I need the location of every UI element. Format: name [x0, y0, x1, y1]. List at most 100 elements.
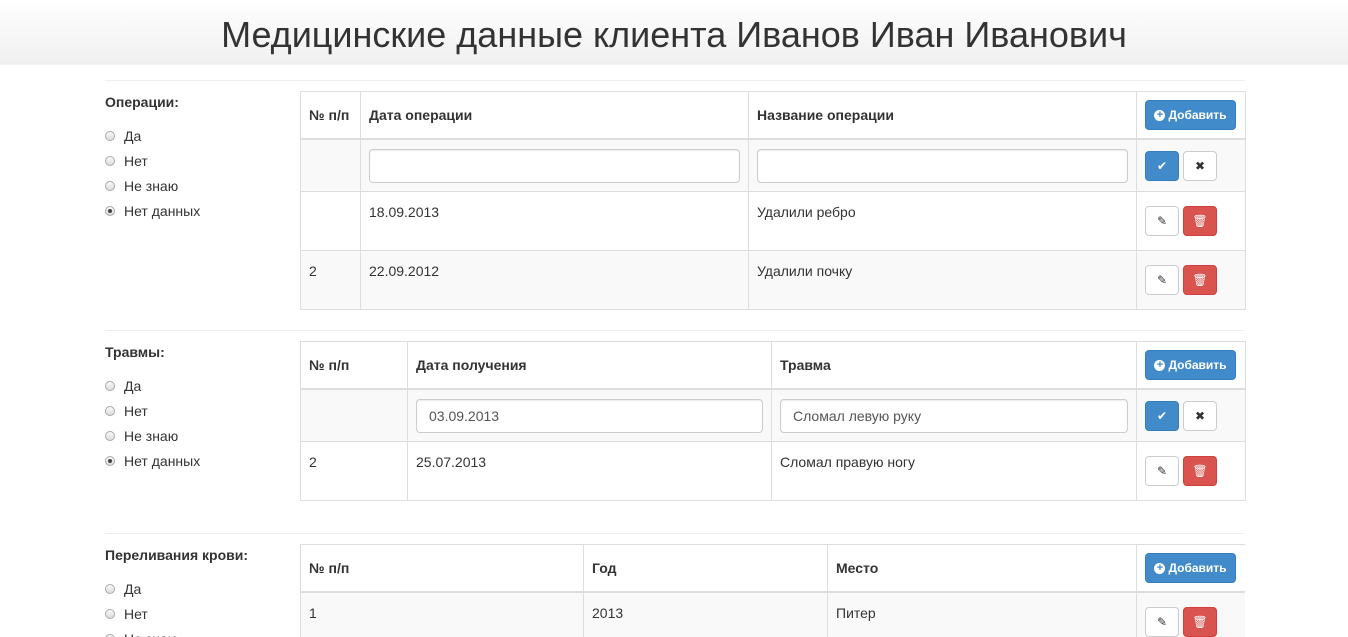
radio-button[interactable] [105, 405, 115, 416]
save-row-button[interactable]: ✔ [1145, 150, 1179, 181]
radio-label: Да [124, 580, 142, 597]
add-button-label: Добавить [1168, 108, 1227, 122]
radio-button[interactable] [105, 608, 115, 619]
operations-section: Операции: Да Нет Не знаю Нет данных № п/… [105, 80, 1246, 310]
add-operation-button[interactable]: + Добавить [1145, 100, 1236, 130]
injuries-table: № п/п Дата получения Травма + Добавить 0… [300, 341, 1246, 501]
column-header-number: № п/п [300, 341, 408, 390]
column-header-date: Дата получения [407, 341, 772, 390]
section-divider [105, 533, 1245, 534]
column-header-actions: + Добавить [1136, 341, 1246, 390]
radio-option-no-data[interactable]: Нет данных [105, 198, 200, 223]
table-row: 1 2013 Питер ✎ 🗑 [300, 591, 1245, 637]
table-row: 18.09.2013 Удалили ребро ✎ 🗑 [300, 191, 1246, 251]
radio-label: Не знаю [124, 177, 179, 194]
edit-cell-number [300, 388, 408, 442]
radio-label: Нет данных [124, 452, 201, 469]
injuries-label: Травмы: [105, 344, 165, 360]
operation-date-input[interactable] [369, 148, 740, 183]
cell-actions: ✎ 🗑 [1136, 250, 1246, 310]
radio-option-no[interactable]: Нет [105, 148, 200, 173]
add-button-label: Добавить [1168, 358, 1227, 372]
radio-button[interactable] [105, 430, 115, 441]
injuries-radio-group: Да Нет Не знаю Нет данных [105, 373, 200, 473]
radio-option-dont-know[interactable]: Не знаю [105, 626, 178, 637]
operation-name-input[interactable] [757, 148, 1128, 183]
check-icon: ✔ [1156, 158, 1168, 173]
edit-cell-actions: ✔ ✖ [1136, 388, 1246, 442]
edit-cell-name [748, 138, 1137, 192]
cell-date: 25.07.2013 [407, 441, 772, 501]
cancel-row-button[interactable]: ✖ [1183, 400, 1217, 431]
delete-row-button[interactable]: 🗑 [1183, 206, 1217, 236]
column-header-actions: + Добавить [1136, 544, 1245, 593]
transfusions-radio-group: Да Нет Не знаю [105, 576, 178, 637]
add-transfusion-button[interactable]: + Добавить [1145, 553, 1236, 583]
radio-option-no[interactable]: Нет [105, 601, 178, 626]
table-row-edit: 03.09.2013 Сломал левую руку ✔ ✖ [300, 388, 1246, 442]
radio-button[interactable] [105, 633, 115, 637]
edit-row-button[interactable]: ✎ [1145, 265, 1179, 295]
edit-cell-number [300, 138, 361, 192]
radio-button[interactable] [105, 180, 115, 191]
radio-button[interactable] [105, 155, 115, 166]
times-icon: ✖ [1194, 408, 1206, 423]
injury-name-input[interactable]: Сломал левую руку [780, 398, 1128, 433]
radio-option-yes[interactable]: Да [105, 576, 178, 601]
save-row-button[interactable]: ✔ [1145, 400, 1179, 431]
trash-icon: 🗑 [1192, 464, 1208, 478]
operations-table: № п/п Дата операции Название операции + … [300, 91, 1246, 310]
section-divider [105, 80, 1245, 81]
radio-button-checked[interactable] [105, 205, 115, 216]
pencil-icon: ✎ [1156, 273, 1168, 287]
radio-option-no-data[interactable]: Нет данных [105, 448, 200, 473]
table-row-edit: ✔ ✖ [300, 138, 1246, 192]
column-header-date: Дата операции [360, 91, 749, 140]
radio-label: Нет [124, 402, 148, 419]
table-row: 2 25.07.2013 Сломал правую ногу ✎ 🗑 [300, 441, 1246, 501]
cell-date: 18.09.2013 [360, 191, 749, 251]
injury-date-input[interactable]: 03.09.2013 [416, 398, 763, 433]
pencil-icon: ✎ [1156, 214, 1168, 228]
radio-button[interactable] [105, 130, 115, 141]
radio-label: Нет [124, 605, 148, 622]
trash-icon: 🗑 [1192, 615, 1208, 629]
radio-label: Нет [124, 152, 148, 169]
cell-name: Удалили почку [748, 250, 1137, 310]
cell-name: Удалили ребро [748, 191, 1137, 251]
edit-row-button[interactable]: ✎ [1145, 456, 1179, 486]
edit-row-button[interactable]: ✎ [1145, 607, 1179, 637]
delete-row-button[interactable]: 🗑 [1183, 265, 1217, 295]
column-header-name: Название операции [748, 91, 1137, 140]
transfusions-label: Переливания крови: [105, 547, 249, 563]
section-divider [105, 330, 1245, 331]
radio-option-dont-know[interactable]: Не знаю [105, 423, 200, 448]
table-header-row: № п/п Год Место + Добавить [300, 544, 1245, 593]
cell-date: 22.09.2012 [360, 250, 749, 310]
page-header: Медицинские данные клиента Иванов Иван И… [0, 0, 1348, 65]
delete-row-button[interactable]: 🗑 [1183, 607, 1217, 637]
edit-row-button[interactable]: ✎ [1145, 206, 1179, 236]
column-header-place: Место [827, 544, 1137, 593]
cell-number: 2 [300, 250, 361, 310]
edit-cell-injury: Сломал левую руку [771, 388, 1137, 442]
operations-radio-group: Да Нет Не знаю Нет данных [105, 123, 200, 223]
radio-button-checked[interactable] [105, 455, 115, 466]
column-header-actions: + Добавить [1136, 91, 1246, 140]
plus-circle-icon: + [1154, 562, 1166, 574]
column-header-number: № п/п [300, 544, 584, 593]
radio-button[interactable] [105, 380, 115, 391]
radio-option-dont-know[interactable]: Не знаю [105, 173, 200, 198]
add-injury-button[interactable]: + Добавить [1145, 350, 1236, 380]
radio-button[interactable] [105, 583, 115, 594]
transfusions-section: Переливания крови: Да Нет Не знаю № п/п … [105, 533, 1245, 637]
injuries-section: Травмы: Да Нет Не знаю Нет данных № п/п … [105, 330, 1246, 501]
radio-option-no[interactable]: Нет [105, 398, 200, 423]
table-row: 2 22.09.2012 Удалили почку ✎ 🗑 [300, 250, 1246, 310]
cell-number [300, 191, 361, 251]
cancel-row-button[interactable]: ✖ [1183, 150, 1217, 181]
radio-option-yes[interactable]: Да [105, 373, 200, 398]
radio-option-yes[interactable]: Да [105, 123, 200, 148]
delete-row-button[interactable]: 🗑 [1183, 456, 1217, 486]
plus-circle-icon: + [1154, 359, 1166, 371]
